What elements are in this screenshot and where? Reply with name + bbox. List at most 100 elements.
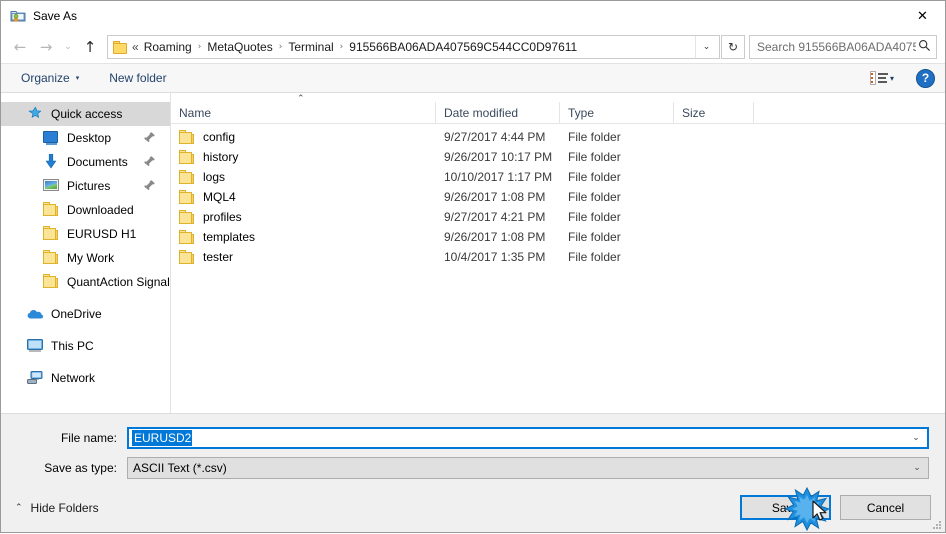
folder-icon: [179, 190, 195, 204]
file-name-value: EURUSD2: [132, 430, 193, 446]
save-as-dialog: Save As ✕ ← → ⌄ ↑ « Roaming › MetaQuotes…: [0, 0, 946, 533]
file-type: File folder: [568, 250, 621, 264]
sidebar-item-onedrive[interactable]: OneDrive: [1, 302, 170, 326]
file-type: File folder: [568, 190, 621, 204]
sidebar-item-label: My Work: [67, 251, 115, 265]
sidebar-item-pictures[interactable]: Pictures: [1, 174, 170, 198]
pin-icon[interactable]: [144, 155, 156, 168]
file-date: 10/10/2017 1:17 PM: [444, 170, 553, 184]
file-name-row: File name: EURUSD2 ⌄: [17, 425, 929, 451]
breadcrumb: « Roaming › MetaQuotes › Terminal › 9155…: [131, 38, 695, 56]
back-button[interactable]: ←: [7, 35, 33, 59]
sidebar-item-network[interactable]: Network: [1, 366, 170, 390]
up-button[interactable]: ↑: [77, 35, 103, 59]
this-pc-icon: [27, 338, 44, 354]
close-icon[interactable]: ✕: [900, 1, 945, 31]
sidebar-item-eurusd-h1[interactable]: EURUSD H1: [1, 222, 170, 246]
breadcrumb-item-current[interactable]: 915566BA06ADA407569C544CC0D97611: [346, 38, 580, 56]
new-folder-button[interactable]: New folder: [103, 68, 172, 88]
hide-folders-button[interactable]: ⌃ Hide Folders: [15, 501, 99, 515]
footer-buttons: Save Cancel: [740, 495, 931, 520]
recent-locations-button[interactable]: ⌄: [59, 35, 77, 59]
forward-button[interactable]: →: [33, 35, 59, 59]
file-name-input[interactable]: EURUSD2 ⌄: [127, 427, 929, 449]
sidebar-item-quick-access[interactable]: Quick access: [1, 102, 170, 126]
table-row[interactable]: MQL4 9/26/2017 1:08 PM File folder: [171, 187, 945, 207]
column-header-type[interactable]: Type: [560, 102, 674, 123]
folder-icon: [179, 130, 195, 144]
refresh-icon[interactable]: ↻: [721, 35, 745, 59]
sidebar-item-label: Pictures: [67, 179, 111, 193]
window-title: Save As: [33, 9, 78, 23]
file-type: File folder: [568, 230, 621, 244]
file-date: 9/27/2017 4:21 PM: [444, 210, 546, 224]
hide-folders-label: Hide Folders: [30, 500, 99, 515]
sidebar-item-documents[interactable]: Documents: [1, 150, 170, 174]
column-header-name[interactable]: Name ⌃: [171, 94, 436, 123]
table-row[interactable]: templates 9/26/2017 1:08 PM File folder: [171, 227, 945, 247]
file-date: 9/26/2017 10:17 PM: [444, 150, 553, 164]
save-as-type-value: ASCII Text (*.csv): [133, 461, 227, 475]
pin-icon[interactable]: [144, 131, 156, 144]
help-button[interactable]: ?: [916, 68, 935, 88]
folder-icon: [179, 170, 195, 184]
table-row[interactable]: history 9/26/2017 10:17 PM File folder: [171, 147, 945, 167]
file-name: history: [203, 150, 239, 164]
organize-button[interactable]: Organize ▾: [15, 68, 85, 88]
search-input[interactable]: Search 915566BA06ADA40756...: [757, 40, 916, 54]
sidebar-item-label: EURUSD H1: [67, 227, 137, 241]
chevron-down-icon: ▾: [889, 73, 894, 83]
sidebar-item-label: QuantAction Signal: [67, 275, 170, 289]
folder-icon: [179, 250, 195, 264]
sidebar-item-downloaded[interactable]: Downloaded: [1, 198, 170, 222]
folder-icon: [179, 150, 195, 164]
sidebar-item-desktop[interactable]: Desktop: [1, 126, 170, 150]
sidebar-item-label: Documents: [67, 155, 128, 169]
organize-label: Organize: [21, 71, 70, 85]
table-row[interactable]: logs 10/10/2017 1:17 PM File folder: [171, 167, 945, 187]
search-box[interactable]: Search 915566BA06ADA40756...: [749, 35, 937, 59]
resize-grip[interactable]: [931, 519, 941, 529]
breadcrumb-item-metaquotes[interactable]: MetaQuotes: [204, 38, 275, 56]
command-bar: Organize ▾ New folder ▾ ?: [1, 63, 945, 93]
view-options-button[interactable]: ▾: [864, 68, 916, 88]
breadcrumb-separator-icon: ›: [278, 42, 283, 52]
chevron-down-icon[interactable]: ⌄: [905, 429, 927, 447]
column-header-date-modified[interactable]: Date modified: [436, 102, 560, 123]
column-headers: Name ⌃ Date modified Type Size: [171, 94, 945, 124]
table-row[interactable]: config 9/27/2017 4:44 PM File folder: [171, 127, 945, 147]
cancel-button[interactable]: Cancel: [840, 495, 931, 520]
sidebar-item-my-work[interactable]: My Work: [1, 246, 170, 270]
chevron-down-icon[interactable]: ⌄: [695, 36, 717, 58]
file-date: 9/27/2017 4:44 PM: [444, 130, 546, 144]
table-row[interactable]: profiles 9/27/2017 4:21 PM File folder: [171, 207, 945, 227]
download-arrow-icon: [43, 154, 60, 170]
breadcrumb-overflow[interactable]: «: [131, 38, 141, 56]
star-icon: [27, 106, 44, 122]
file-type: File folder: [568, 210, 621, 224]
folder-icon: [113, 40, 128, 54]
column-header-size[interactable]: Size: [674, 102, 754, 123]
title-bar: Save As ✕: [1, 1, 945, 31]
breadcrumb-item-terminal[interactable]: Terminal: [285, 38, 336, 56]
sidebar-item-quantaction-signal[interactable]: QuantAction Signal: [1, 270, 170, 294]
folder-icon: [43, 202, 60, 218]
address-bar[interactable]: « Roaming › MetaQuotes › Terminal › 9155…: [107, 35, 720, 59]
save-form: File name: EURUSD2 ⌄ Save as type: ASCII…: [1, 413, 945, 485]
navigation-pane: Quick access Desktop Documents Pictures …: [1, 93, 171, 413]
sidebar-item-label: Desktop: [67, 131, 112, 145]
save-button[interactable]: Save: [740, 495, 831, 520]
table-row[interactable]: tester 10/4/2017 1:35 PM File folder: [171, 247, 945, 267]
save-as-type-select[interactable]: ASCII Text (*.csv) ⌄: [127, 457, 929, 479]
folder-icon: [43, 226, 60, 242]
sidebar-item-this-pc[interactable]: This PC: [1, 334, 170, 358]
pin-icon[interactable]: [144, 179, 156, 192]
chevron-down-icon[interactable]: ⌄: [906, 458, 928, 478]
file-name: profiles: [203, 210, 242, 224]
save-as-folder-icon: [10, 8, 26, 24]
pictures-icon: [43, 178, 60, 194]
breadcrumb-item-roaming[interactable]: Roaming: [141, 38, 195, 56]
desktop-icon: [43, 130, 60, 146]
